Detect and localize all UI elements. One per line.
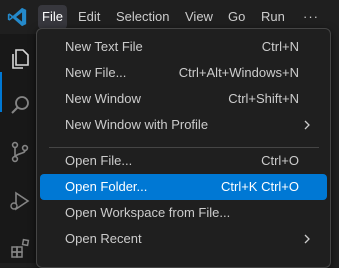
menu-item-open-file[interactable]: Open File... Ctrl+O [40,148,327,174]
source-control-icon[interactable] [8,140,32,164]
chevron-right-icon [304,234,310,244]
menu-selection[interactable]: Selection [112,5,173,29]
menu-edit[interactable]: Edit [74,5,104,29]
active-indicator [0,72,2,112]
menu-item-shortcut: Ctrl+Shift+N [228,91,299,106]
menu-item-label: New File... [65,65,127,80]
menu-item-label: Open Recent [65,231,142,246]
menu-item-shortcut: Ctrl+N [261,39,299,54]
menu-file[interactable]: File [38,5,67,29]
menu-item-shortcut: Ctrl+K Ctrl+O [220,179,299,194]
menu-more[interactable]: ··· [299,5,323,29]
vscode-logo-icon[interactable] [6,6,28,28]
extensions-icon[interactable] [8,237,32,261]
menu-item-open-workspace-from-file[interactable]: Open Workspace from File... [40,200,327,226]
menu-item-new-window[interactable]: New Window Ctrl+Shift+N [40,86,327,112]
menu-item-label: New Text File [65,39,143,54]
menu-item-label: Open File... [65,153,133,168]
explorer-icon[interactable] [8,47,32,71]
menu-item-shortcut: Ctrl+O [261,153,299,168]
menu-item-label: Open Folder... [65,179,148,194]
file-menu: New Text File Ctrl+N New File... Ctrl+Al… [36,28,331,268]
run-debug-icon[interactable] [8,189,32,213]
menu-item-new-file[interactable]: New File... Ctrl+Alt+Windows+N [40,60,327,86]
menu-item-label: New Window with Profile [65,117,209,132]
menu-item-label: New Window [65,91,141,106]
menu-item-open-folder[interactable]: Open Folder... Ctrl+K Ctrl+O [40,174,327,200]
menu-run[interactable]: Run [257,5,289,29]
menu-item-label: Open Workspace from File... [65,205,231,220]
menu-view[interactable]: View [181,5,217,29]
menu-item-new-text-file[interactable]: New Text File Ctrl+N [40,34,327,60]
search-icon[interactable] [8,93,32,117]
menu-item-shortcut: Ctrl+Alt+Windows+N [178,65,299,80]
menu-go[interactable]: Go [224,5,249,29]
menu-item-open-recent[interactable]: Open Recent [40,226,327,252]
chevron-right-icon [304,120,310,130]
menu-item-new-window-with-profile[interactable]: New Window with Profile [40,112,327,138]
activity-bar [0,34,36,263]
